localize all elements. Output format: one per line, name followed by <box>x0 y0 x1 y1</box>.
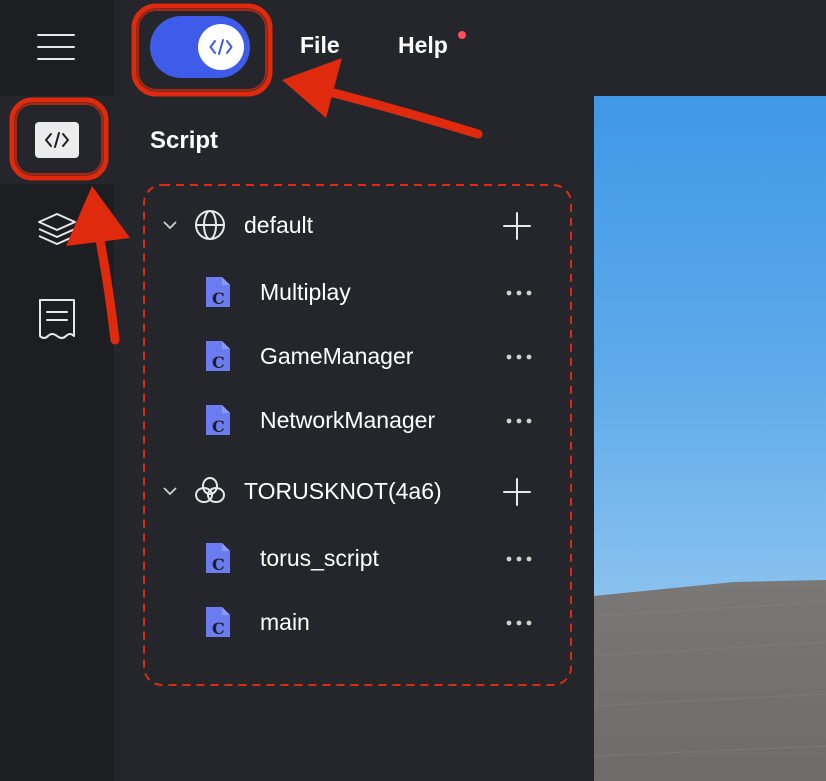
tree-item[interactable]: C NetworkManager <box>144 392 572 448</box>
more-options-icon[interactable] <box>504 414 534 426</box>
script-name: Multiplay <box>260 279 351 305</box>
svg-text:C: C <box>212 289 225 308</box>
plus-icon <box>503 478 531 506</box>
add-script-button[interactable] <box>502 477 532 507</box>
script-mode-toggle[interactable] <box>150 16 250 78</box>
more-options-icon[interactable] <box>504 552 534 564</box>
receipt-icon <box>39 299 75 339</box>
plus-icon <box>503 212 531 240</box>
more-options-icon[interactable] <box>504 350 534 362</box>
script-name: GameManager <box>260 343 414 369</box>
receipt-button[interactable] <box>0 276 114 364</box>
top-bar: File Help <box>114 0 826 96</box>
svg-text:C: C <box>212 619 225 638</box>
script-editor-button[interactable] <box>0 96 114 184</box>
script-name: torus_script <box>260 545 379 571</box>
script-file-icon: C <box>204 530 232 586</box>
chevron-down-icon[interactable] <box>162 463 178 519</box>
script-tree: default C Multiplay C GameManager C Netw… <box>144 185 572 685</box>
script-file-icon: C <box>204 328 232 384</box>
tree-item[interactable]: C GameManager <box>144 328 572 384</box>
script-name: NetworkManager <box>260 407 436 433</box>
notification-badge <box>458 31 466 39</box>
code-icon <box>209 39 233 55</box>
torus-knot-icon <box>194 463 226 519</box>
script-file-icon: C <box>204 264 232 320</box>
script-name: main <box>260 609 310 635</box>
tree-item[interactable]: C Multiplay <box>144 264 572 320</box>
add-script-button[interactable] <box>502 211 532 241</box>
panel-title: Script <box>150 127 219 154</box>
chevron-down-icon[interactable] <box>162 197 178 253</box>
help-menu[interactable]: Help <box>398 32 448 59</box>
icon-rail <box>0 0 114 781</box>
more-options-icon[interactable] <box>504 286 534 298</box>
script-file-icon: C <box>204 392 232 448</box>
svg-text:C: C <box>212 417 225 436</box>
code-icon <box>35 122 79 158</box>
scene-viewport[interactable] <box>594 96 826 781</box>
tree-item[interactable]: C main <box>144 594 572 650</box>
tree-group-default[interactable]: default <box>144 197 572 253</box>
tree-item[interactable]: C torus_script <box>144 530 572 586</box>
svg-text:C: C <box>212 555 225 574</box>
globe-icon <box>194 197 226 253</box>
more-options-icon[interactable] <box>504 616 534 628</box>
svg-text:C: C <box>212 353 225 372</box>
ground-plane <box>594 580 826 781</box>
toggle-knob <box>198 24 244 70</box>
group-label: default <box>244 212 314 238</box>
layers-icon <box>38 213 76 245</box>
layers-button[interactable] <box>0 186 114 274</box>
tree-group-torusknot[interactable]: TORUSKNOT(4a6) <box>144 463 572 519</box>
script-file-icon: C <box>204 594 232 650</box>
group-label: TORUSKNOT(4a6) <box>244 478 442 504</box>
hamburger-menu-icon[interactable] <box>37 30 75 64</box>
file-menu[interactable]: File <box>300 32 340 59</box>
